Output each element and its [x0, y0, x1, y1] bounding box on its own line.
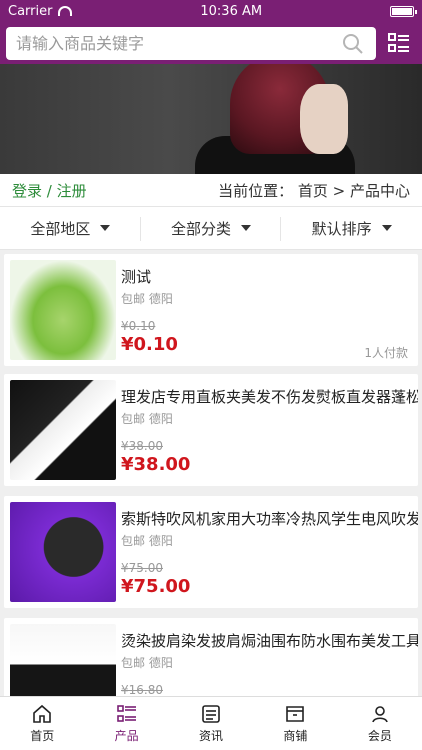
banner-model-face [300, 84, 348, 154]
home-icon [31, 703, 53, 725]
product-title: 测试 [121, 268, 152, 286]
product-price: ¥75.00 [121, 576, 191, 597]
tab-label: 会员 [367, 729, 392, 743]
tab-label: 产品 [114, 729, 139, 743]
location-bar: 登录 / 注册 当前位置： 首页 > 产品中心 [0, 174, 422, 206]
tab-news[interactable]: 资讯 [169, 697, 253, 750]
battery-icon [390, 5, 417, 17]
product-shipping: 包邮 德阳 [121, 412, 173, 426]
tab-label: 商铺 [283, 729, 308, 743]
product-paid-count: 1人付款 [364, 346, 408, 360]
breadcrumb: 当前位置： 首页 > 产品中心 [218, 181, 410, 200]
product-shipping: 包邮 德阳 [121, 656, 173, 670]
product-image[interactable] [10, 624, 116, 696]
product-title: 理发店专用直板夹美发不伤发熨板直发器蓬松 [121, 388, 418, 406]
product-old-price: ¥16.80 [121, 683, 163, 696]
product-card[interactable]: 烫染披肩染发披肩焗油围布防水围布美发工具 包邮 德阳 ¥16.80 [4, 618, 418, 696]
status-bar: Carrier 10:36 AM [0, 0, 422, 22]
grid-list-icon [388, 33, 409, 52]
product-price: ¥38.00 [121, 454, 191, 475]
bottom-tab-bar: 首页 产品 资讯 商铺 会员 [0, 696, 422, 750]
list-icon [116, 703, 138, 725]
product-shipping: 包邮 德阳 [121, 534, 173, 548]
product-image[interactable] [10, 502, 116, 602]
filter-category[interactable]: 全部分类 [141, 207, 282, 249]
tab-products[interactable]: 产品 [84, 697, 168, 750]
product-title: 索斯特吹风机家用大功率冷热风学生电风吹发 [121, 510, 418, 528]
product-image[interactable] [10, 380, 116, 480]
product-card[interactable]: 理发店专用直板夹美发不伤发熨板直发器蓬松 包邮 德阳 ¥38.00 ¥38.00 [4, 374, 418, 486]
store-icon [284, 703, 306, 725]
product-card[interactable]: 索斯特吹风机家用大功率冷热风学生电风吹发 包邮 德阳 ¥75.00 ¥75.00 [4, 496, 418, 608]
product-shipping: 包邮 德阳 [121, 292, 173, 306]
tab-member[interactable]: 会员 [338, 697, 422, 750]
product-old-price: ¥0.10 [121, 319, 156, 333]
tab-label: 资讯 [199, 729, 224, 743]
filter-sort[interactable]: 默认排序 [281, 207, 422, 249]
app-header: Carrier 10:36 AM [0, 0, 422, 64]
filter-bar: 全部地区 全部分类 默认排序 [0, 206, 422, 250]
user-icon [369, 703, 391, 725]
filter-label: 全部地区 [30, 219, 91, 238]
category-menu-button[interactable] [384, 28, 414, 58]
product-image[interactable] [10, 260, 116, 360]
tab-home[interactable]: 首页 [0, 697, 84, 750]
product-list[interactable]: 测试 包邮 德阳 ¥0.10 ¥0.10 1人付款 理发店专用直板夹美发不伤发熨… [0, 250, 422, 696]
chevron-down-icon [241, 225, 252, 231]
tab-label: 首页 [30, 729, 55, 743]
tab-store[interactable]: 商铺 [253, 697, 337, 750]
hero-banner[interactable] [0, 64, 422, 174]
chevron-down-icon [381, 225, 392, 231]
chevron-down-icon [100, 225, 111, 231]
wifi-icon [58, 6, 73, 16]
news-icon [200, 703, 222, 725]
filter-region[interactable]: 全部地区 [0, 207, 141, 249]
product-card[interactable]: 测试 包邮 德阳 ¥0.10 ¥0.10 1人付款 [4, 254, 418, 366]
search-icon[interactable] [340, 31, 366, 57]
product-old-price: ¥38.00 [121, 439, 163, 453]
product-price: ¥0.10 [121, 334, 178, 355]
filter-label: 全部分类 [171, 219, 232, 238]
login-register-link[interactable]: 登录 / 注册 [12, 180, 87, 201]
search-bar [6, 27, 376, 60]
product-old-price: ¥75.00 [121, 561, 163, 575]
product-title: 烫染披肩染发披肩焗油围布防水围布美发工具 [121, 632, 418, 650]
search-input[interactable] [16, 34, 340, 53]
filter-label: 默认排序 [311, 219, 372, 238]
carrier-label: Carrier [8, 3, 53, 19]
status-time: 10:36 AM [200, 3, 263, 19]
